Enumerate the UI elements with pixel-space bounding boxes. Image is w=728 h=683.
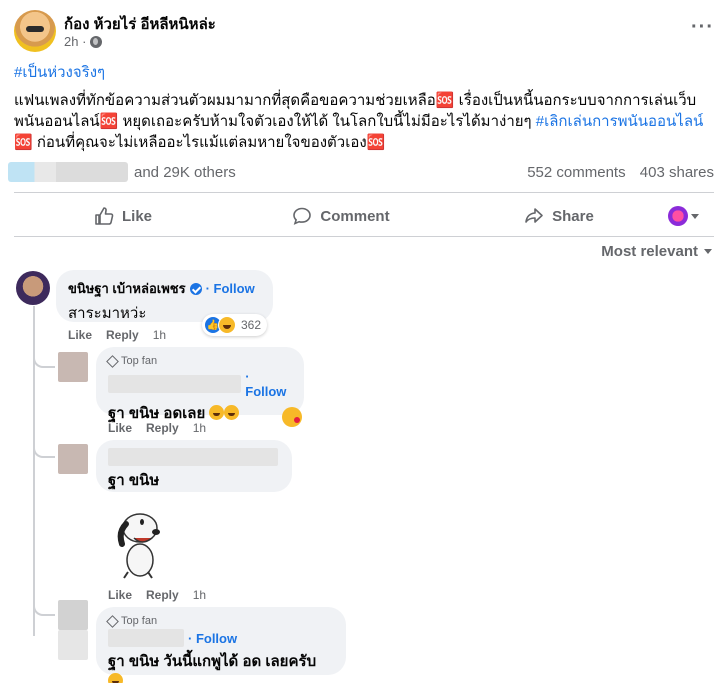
- reply-header: · Follow: [108, 629, 334, 647]
- more-options-icon[interactable]: ···: [691, 16, 714, 39]
- post-text-part2: 🆘 ก่อนที่คุณจะไม่เหลืออะไรแม้แต่ลมหายใจข…: [14, 134, 386, 151]
- diamond-icon: [106, 354, 119, 368]
- top-fan-badge: Top fan: [106, 614, 334, 628]
- commenter-name[interactable]: ขนิษฐา เบ้าหล่อเพชร: [68, 278, 186, 299]
- reply-like-button[interactable]: Like: [108, 421, 132, 435]
- reply-header: · Follow: [108, 369, 292, 399]
- reply-time[interactable]: 1h: [193, 588, 206, 602]
- thumbs-up-icon: [95, 207, 114, 225]
- snoopy-sticker[interactable]: [112, 502, 172, 580]
- comment-icon: [293, 207, 312, 225]
- follow-button[interactable]: · Follow: [245, 369, 292, 399]
- sort-label: Most relevant: [601, 243, 698, 260]
- globe-icon: [90, 35, 103, 48]
- grinning-emoji-icon: [224, 405, 240, 420]
- reply-text: ฐา ขนิษ: [108, 472, 160, 489]
- comments-count[interactable]: 552 comments: [527, 164, 625, 181]
- follow-button[interactable]: · Follow: [206, 281, 255, 296]
- author-avatar[interactable]: [14, 10, 56, 52]
- reply-bubble: Top fan · Follow ฐา ขนิษ อดเลย: [96, 347, 304, 422]
- reply-bubble: Top fan · Follow ฐา ขนิษ วันนี้แกพูได้ อ…: [96, 607, 346, 683]
- reply-bubble: ฐา ขนิษ: [96, 440, 292, 492]
- top-fan-label: Top fan: [121, 615, 158, 627]
- blurred-name[interactable]: [108, 629, 184, 647]
- comment-header: ขนิษฐา เบ้าหล่อเพชร · Follow: [68, 278, 261, 299]
- post-time[interactable]: 2h ·: [64, 34, 86, 49]
- shares-count[interactable]: 403 shares: [640, 164, 714, 181]
- top-fan-badge: Top fan: [106, 354, 292, 368]
- replier-avatar[interactable]: [58, 352, 88, 382]
- reply-time[interactable]: 1h: [193, 421, 206, 435]
- comment-label: Comment: [320, 207, 390, 225]
- divider: [14, 192, 714, 193]
- share-icon: [525, 208, 543, 223]
- post-body: แฟนเพลงที่ทักข้อความส่วนตัวผมมามากที่สุด…: [14, 90, 714, 153]
- replier-avatar[interactable]: [58, 444, 88, 474]
- comment-time[interactable]: 1h: [153, 328, 166, 342]
- react-as-selector[interactable]: [668, 206, 714, 226]
- thread-branch: [33, 440, 55, 458]
- reaction-count: 362: [241, 318, 262, 332]
- reply-reply-button[interactable]: Reply: [146, 588, 179, 602]
- thread-branch: [33, 350, 55, 368]
- engagement-counts: 552 comments 403 shares: [517, 164, 714, 181]
- post-author-name[interactable]: ก้อง ห้วยไร่ อีหลีหนิหล่ะ: [64, 12, 216, 36]
- post-header: ก้อง ห้วยไร่ อีหลีหนิหล่ะ 2h · ···: [14, 8, 714, 56]
- top-fan-label: Top fan: [121, 355, 158, 367]
- post-hashtag-inline[interactable]: #เลิกเล่นการพนันออนไลน์: [536, 113, 704, 130]
- replier-avatar-part: [58, 630, 88, 660]
- reply-header: [108, 448, 280, 466]
- comment-button[interactable]: Comment: [232, 206, 450, 226]
- comment-reactions[interactable]: 👍 362: [202, 314, 268, 336]
- grinning-emoji-icon: [209, 405, 225, 420]
- reply-actions: Like Reply 1h: [108, 588, 206, 602]
- divider: [14, 236, 714, 237]
- thread-branch: [33, 598, 55, 616]
- commenter-avatar[interactable]: [16, 271, 50, 305]
- blurred-name[interactable]: [108, 448, 278, 466]
- post-hashtag[interactable]: #เป็นห่วงจริงๆ: [14, 60, 105, 84]
- post-meta: 2h ·: [64, 34, 103, 49]
- reply-text-content: ฐา ขนิษ อดเลย: [108, 405, 206, 422]
- diamond-icon: [106, 614, 119, 628]
- reply-actions: Like Reply 1h: [108, 421, 206, 435]
- reply-text: ฐา ขนิษ วันนี้แกพูได้ อด เลยครับ: [108, 649, 334, 683]
- replier-avatar[interactable]: [58, 600, 88, 630]
- comment-reply-button[interactable]: Reply: [106, 328, 139, 342]
- comment-like-button[interactable]: Like: [68, 328, 92, 342]
- share-button[interactable]: Share: [450, 206, 668, 226]
- grinning-emoji-icon: [108, 673, 123, 683]
- haha-reaction-icon: [218, 316, 236, 334]
- follow-button[interactable]: · Follow: [188, 631, 237, 646]
- chevron-down-icon: [704, 249, 712, 254]
- like-button[interactable]: Like: [14, 206, 232, 226]
- reply-reply-button[interactable]: Reply: [146, 421, 179, 435]
- blurred-name[interactable]: [108, 375, 242, 393]
- reactions-others[interactable]: and 29K others: [134, 164, 236, 181]
- post-stats: and 29K others 552 comments 403 shares: [8, 160, 714, 186]
- comment-sort-dropdown[interactable]: Most relevant: [601, 243, 712, 260]
- profile-avatar: [668, 206, 688, 226]
- share-label: Share: [552, 207, 594, 225]
- chevron-down-icon: [691, 213, 699, 219]
- like-label: Like: [121, 207, 152, 225]
- reply-text-content: ฐา ขนิษ วันนี้แกพูได้ อด เลยครับ: [108, 653, 317, 670]
- verified-badge-icon: [189, 282, 202, 295]
- post-action-bar: Like Comment Share: [14, 198, 714, 234]
- reactions-summary[interactable]: [8, 162, 128, 182]
- comment-actions: Like Reply 1h: [68, 328, 166, 342]
- reply-like-button[interactable]: Like: [108, 588, 132, 602]
- kiss-reaction-icon[interactable]: [282, 407, 302, 427]
